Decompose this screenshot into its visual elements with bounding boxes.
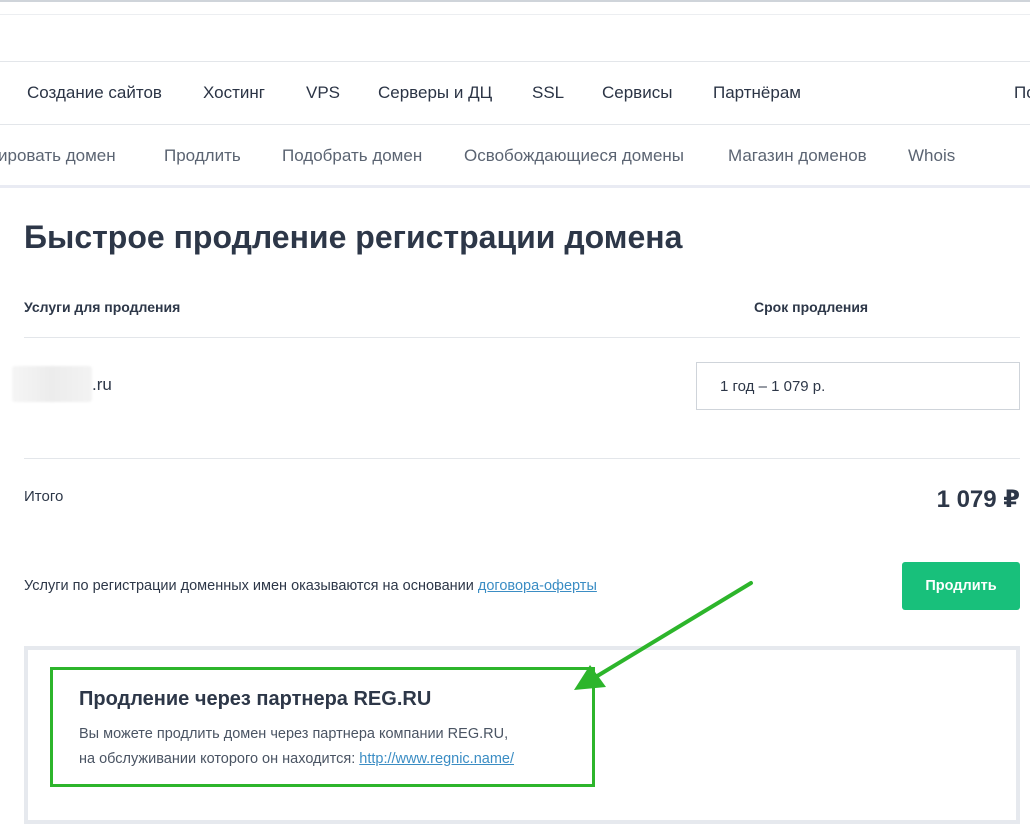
- nav-item-services[interactable]: Сервисы: [602, 83, 672, 103]
- nav-item-partners[interactable]: Партнёрам: [713, 83, 801, 103]
- nav-item-truncated[interactable]: По: [1014, 83, 1030, 103]
- total-value: 1 079 ₽: [936, 486, 1020, 513]
- subnav-item-whois[interactable]: Whois: [908, 146, 955, 166]
- header-divider: [0, 14, 1030, 15]
- partner-text-line2-body: на обслуживании которого он находится:: [79, 751, 360, 767]
- nav-item-sites[interactable]: Создание сайтов: [27, 83, 162, 103]
- renew-button[interactable]: Продлить: [902, 562, 1020, 610]
- nav-item-vps[interactable]: VPS: [306, 83, 340, 103]
- nav-item-hosting[interactable]: Хостинг: [203, 83, 265, 103]
- nav-item-ssl[interactable]: SSL: [532, 83, 564, 103]
- page-title: Быстрое продление регистрации домена: [24, 219, 683, 255]
- col-header-services: Услуги для продления: [24, 299, 181, 315]
- blurred-domain-name: [12, 366, 92, 402]
- sub-nav: ировать домен Продлить Подобрать домен О…: [0, 125, 1030, 188]
- col-header-term: Срок продления: [754, 299, 869, 315]
- subnav-item-expiring[interactable]: Освобождающиеся домены: [464, 146, 684, 166]
- divider: [24, 458, 1020, 459]
- green-arrow-icon: [574, 581, 753, 690]
- subnav-item-shop[interactable]: Магазин доменов: [728, 146, 867, 166]
- offer-text: Услуги по регистрации доменных имен оказ…: [24, 578, 597, 594]
- partner-title: Продление через партнера REG.RU: [79, 688, 432, 710]
- page: Создание сайтов Хостинг VPS Серверы и ДЦ…: [0, 0, 1030, 829]
- partner-text-line1: Вы можете продлить домен через партнера …: [79, 726, 509, 742]
- domain-suffix: .ru: [92, 375, 112, 394]
- partner-text-line2: на обслуживании которого он находится: h…: [79, 751, 514, 767]
- total-label: Итого: [24, 488, 64, 505]
- divider: [24, 337, 1020, 338]
- main-nav: Создание сайтов Хостинг VPS Серверы и ДЦ…: [0, 62, 1030, 125]
- subnav-item-register[interactable]: ировать домен: [0, 146, 116, 166]
- subnav-item-pick-domain[interactable]: Подобрать домен: [282, 146, 422, 166]
- nav-item-servers[interactable]: Серверы и ДЦ: [378, 83, 492, 103]
- term-select[interactable]: 1 год – 1 079 р.: [696, 362, 1020, 410]
- top-header: [0, 0, 1030, 62]
- partner-link[interactable]: http://www.regnic.name/: [359, 751, 514, 767]
- offer-text-body: Услуги по регистрации доменных имен оказ…: [24, 578, 478, 594]
- subnav-item-renew[interactable]: Продлить: [164, 146, 241, 166]
